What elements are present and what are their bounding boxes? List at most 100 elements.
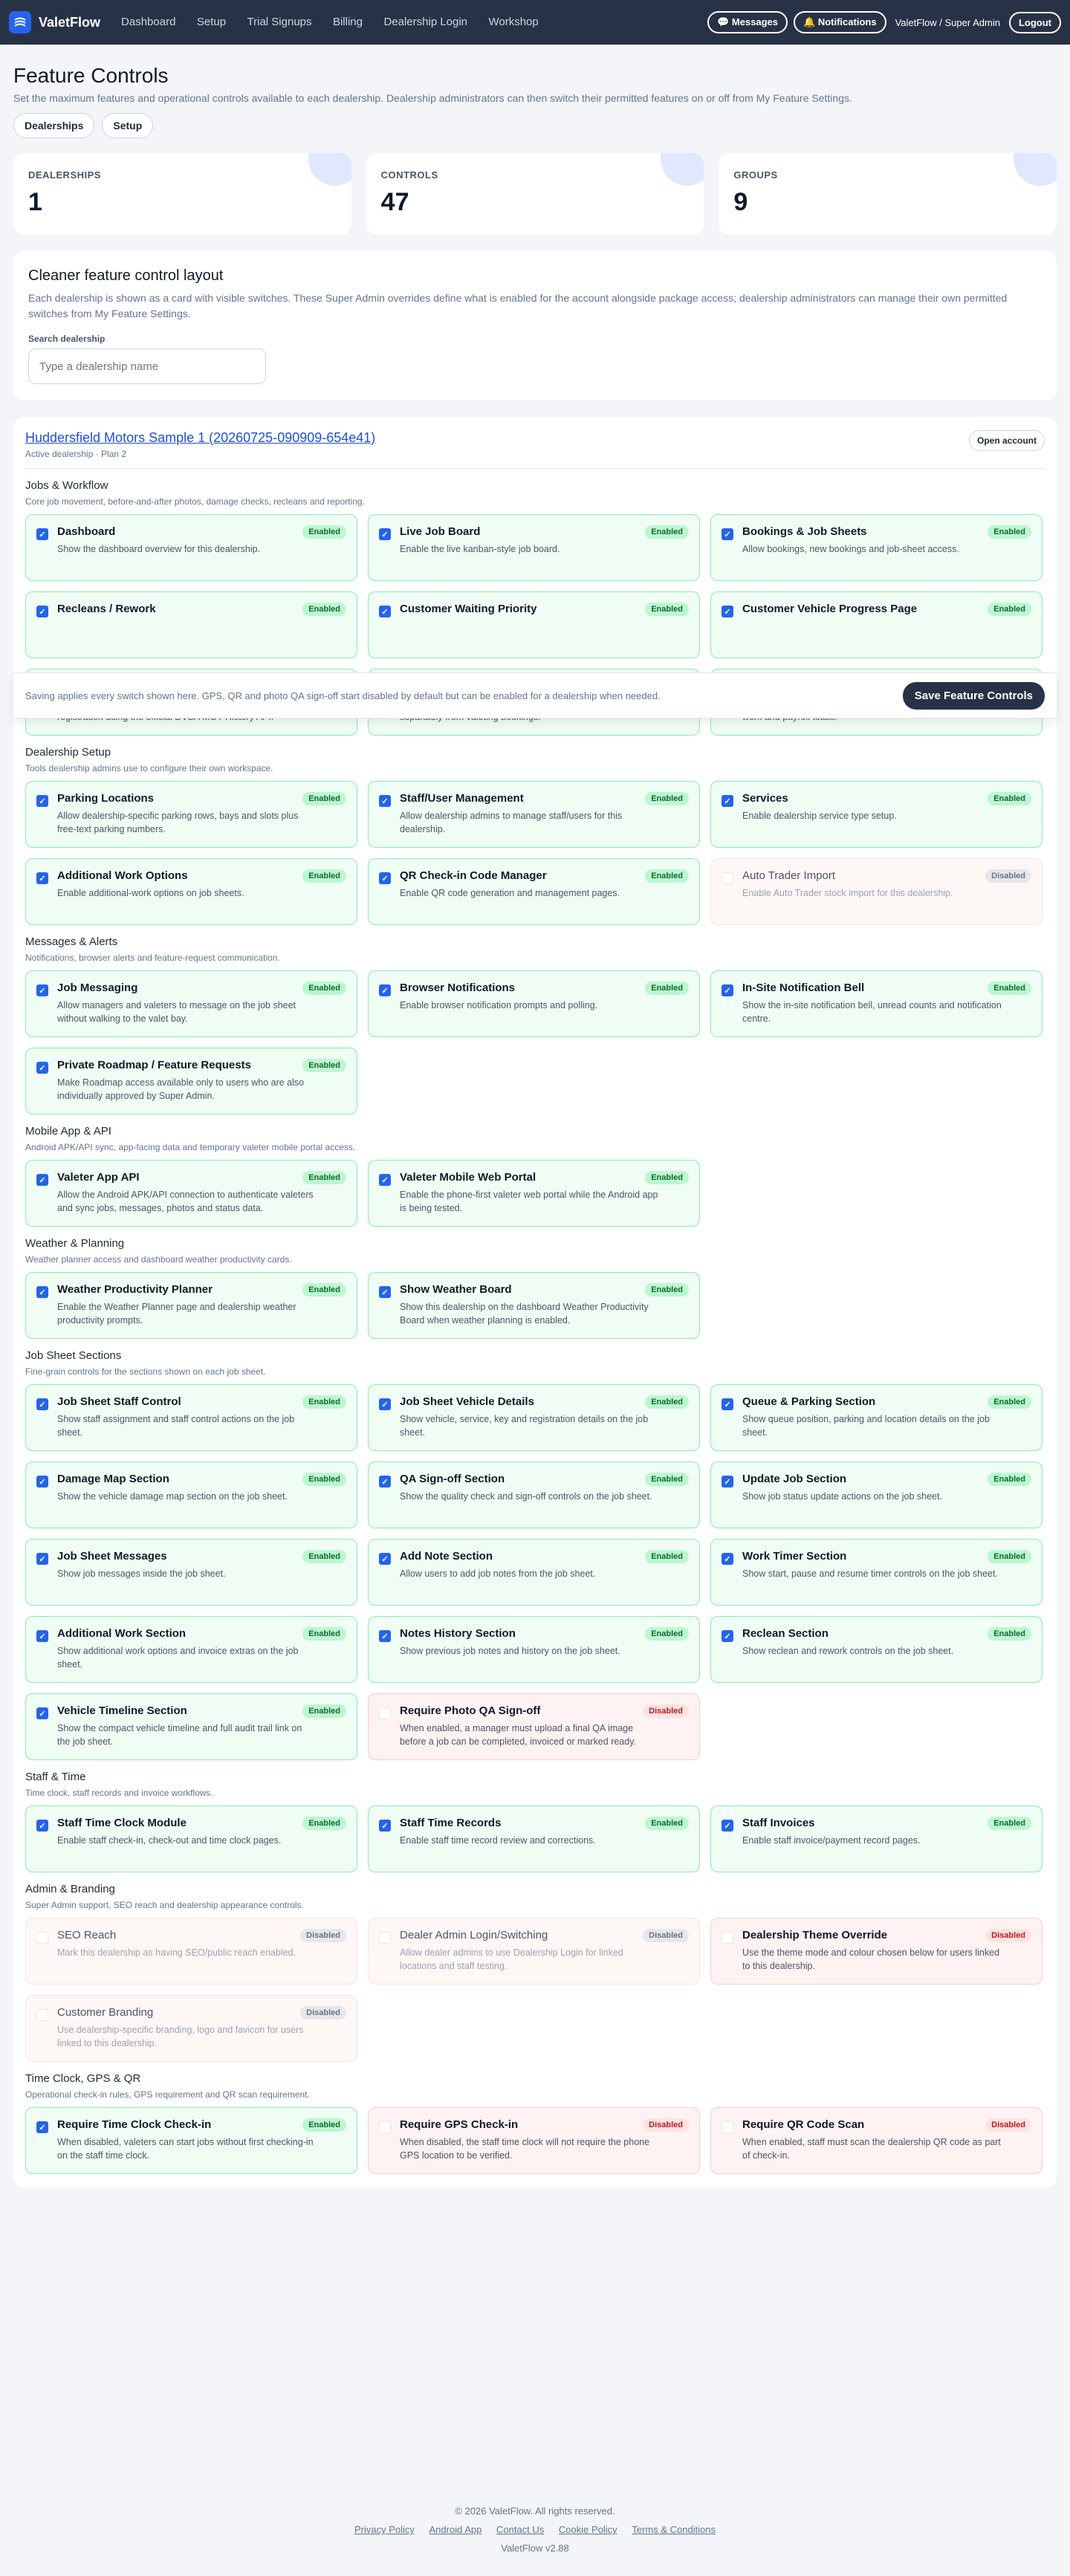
section-title: Admin & Branding	[25, 1883, 115, 1895]
feature-checkbox[interactable]: ✓	[722, 1553, 733, 1565]
dealerships-chip[interactable]: Dealerships	[13, 113, 95, 138]
feature-checkbox[interactable]: ✓	[379, 606, 391, 617]
feature-card-seo-reach: SEO Reach Disabled Mark this dealership as…	[25, 1918, 357, 1985]
nav-setup[interactable]: Setup	[197, 16, 226, 28]
feature-checkbox[interactable]: ✓	[36, 795, 48, 807]
feature-checkbox[interactable]: ✓	[722, 984, 733, 996]
status-badge: Enabled	[302, 603, 346, 616]
feature-checkbox[interactable]: ✓	[379, 795, 391, 807]
section-description: Weather planner access and dashboard wea…	[25, 1254, 292, 1265]
brand[interactable]: ValetFlow	[9, 11, 100, 33]
version: ValetFlow v2.88	[501, 2543, 569, 2554]
feature-checkbox[interactable]: ✓	[379, 1630, 391, 1642]
status-badge: Enabled	[645, 525, 689, 539]
feature-checkbox[interactable]: ✓	[36, 1398, 48, 1410]
feature-checkbox[interactable]: ✓	[36, 1630, 48, 1642]
feature-checkbox[interactable]: ✓	[36, 1553, 48, 1565]
feature-card-staff-time-clock-module: ✓ Staff Time Clock Module Enabled Enable st…	[25, 1806, 357, 1872]
feature-description: Enable the live kanban-style job board.	[400, 544, 560, 554]
feature-checkbox[interactable]	[722, 872, 733, 884]
feature-checkbox[interactable]: ✓	[36, 2121, 48, 2133]
feature-checkbox[interactable]: ✓	[722, 1398, 733, 1410]
decorative-circle	[1014, 153, 1057, 186]
status-badge: Enabled	[988, 1817, 1031, 1830]
nav-dashboard[interactable]: Dashboard	[121, 16, 175, 28]
nav-billing[interactable]: Billing	[333, 16, 363, 28]
save-feature-controls-button[interactable]: Save Feature Controls	[902, 681, 1045, 710]
messages-button[interactable]: 💬 Messages	[707, 11, 788, 33]
nav-workshop[interactable]: Workshop	[488, 16, 538, 28]
setup-chip[interactable]: Setup	[102, 113, 154, 138]
feature-checkbox[interactable]: ✓	[722, 795, 733, 807]
check-icon: ✓	[39, 1477, 46, 1487]
feature-checkbox[interactable]: ✓	[379, 1174, 391, 1186]
feature-checkbox[interactable]	[722, 2121, 733, 2133]
section-time-clock-gps-qr: Time Clock, GPS & QR Operational check-in…	[25, 2072, 1045, 2174]
feature-checkbox[interactable]	[36, 1932, 48, 1944]
top-navigation-bar: ValetFlow Dashboard Setup Trial Signups …	[0, 0, 1070, 45]
feature-checkbox[interactable]: ✓	[379, 1553, 391, 1565]
feature-checkbox[interactable]	[379, 1707, 391, 1719]
check-icon: ✓	[39, 986, 46, 996]
notifications-button[interactable]: 🔔 Notifications	[794, 11, 886, 33]
feature-checkbox[interactable]: ✓	[379, 1286, 391, 1298]
feature-checkbox[interactable]: ✓	[722, 606, 733, 617]
feature-card-weather-productivity-planner: ✓ Weather Productivity Planner Enabled Enab…	[25, 1272, 357, 1339]
feature-checkbox[interactable]: ✓	[722, 528, 733, 540]
feature-checkbox[interactable]: ✓	[36, 1707, 48, 1719]
open-account-button[interactable]: Open account	[968, 430, 1045, 451]
check-icon: ✓	[381, 1821, 389, 1831]
feature-checkbox[interactable]: ✓	[722, 1820, 733, 1832]
terms-link[interactable]: Terms & Conditions	[632, 2524, 716, 2535]
check-icon: ✓	[381, 1554, 389, 1564]
feature-checkbox[interactable]: ✓	[36, 528, 48, 540]
feature-checkbox[interactable]: ✓	[379, 528, 391, 540]
feature-checkbox[interactable]: ✓	[379, 872, 391, 884]
status-badge: Enabled	[645, 1395, 689, 1409]
cookie-policy-link[interactable]: Cookie Policy	[559, 2524, 617, 2535]
nav-trial-signups[interactable]: Trial Signups	[247, 16, 312, 28]
feature-checkbox[interactable]: ✓	[379, 1476, 391, 1487]
feature-checkbox[interactable]: ✓	[722, 1476, 733, 1487]
dealership-name-link[interactable]: Huddersfield Motors Sample 1 (20260725-0…	[25, 430, 375, 445]
feature-grid: ✓ Job Messaging Enabled Allow managers and …	[25, 970, 1045, 1115]
check-icon: ✓	[39, 1400, 46, 1409]
contact-us-link[interactable]: Contact Us	[496, 2524, 544, 2535]
feature-checkbox[interactable]: ✓	[36, 1062, 48, 1074]
feature-description: When enabled, a manager must upload a fi…	[400, 1723, 637, 1748]
feature-checkbox[interactable]: ✓	[36, 1174, 48, 1186]
logout-button[interactable]: Logout	[1008, 11, 1061, 33]
dealership-search-input[interactable]	[28, 348, 266, 384]
feature-checkbox[interactable]	[36, 2009, 48, 2021]
feature-checkbox[interactable]: ✓	[36, 1476, 48, 1487]
feature-checkbox[interactable]	[379, 1932, 391, 1944]
privacy-policy-link[interactable]: Privacy Policy	[354, 2524, 415, 2535]
status-badge: Enabled	[302, 1550, 346, 1563]
feature-description: Allow dealership-specific parking rows, …	[57, 811, 299, 835]
feature-checkbox[interactable]: ✓	[36, 606, 48, 617]
feature-description: Mark this dealership as having SEO/publi…	[57, 1947, 296, 1958]
feature-checkbox[interactable]: ✓	[36, 984, 48, 996]
feature-card-customer-branding: Customer Branding Disabled Use dealership-…	[25, 1995, 357, 2062]
status-badge: Enabled	[988, 792, 1031, 805]
nav-dealership-login[interactable]: Dealership Login	[383, 16, 467, 28]
feature-card-live-job-board: ✓ Live Job Board Enabled Enable the live ka…	[368, 514, 700, 581]
status-badge: Enabled	[302, 792, 346, 805]
status-badge: Disabled	[643, 2118, 689, 2132]
messages-label: Messages	[731, 16, 779, 27]
feature-checkbox[interactable]: ✓	[36, 1286, 48, 1298]
feature-checkbox[interactable]	[722, 1932, 733, 1944]
feature-checkbox[interactable]: ✓	[722, 1630, 733, 1642]
feature-checkbox[interactable]: ✓	[379, 1820, 391, 1832]
feature-checkbox[interactable]: ✓	[379, 1398, 391, 1410]
feature-card-qr-check-in-code-manager: ✓ QR Check-in Code Manager Enabled Enable Q…	[368, 858, 700, 925]
status-badge: Enabled	[302, 1395, 346, 1409]
feature-checkbox[interactable]: ✓	[36, 1820, 48, 1832]
section-description: Tools dealership admins use to configure…	[25, 763, 273, 773]
section-title: Mobile App & API	[25, 1125, 111, 1138]
android-app-link[interactable]: Android App	[429, 2524, 482, 2535]
feature-card-require-time-clock-check-in: ✓ Require Time Clock Check-in Enabled When …	[25, 2107, 357, 2174]
feature-checkbox[interactable]	[379, 2121, 391, 2133]
feature-checkbox[interactable]: ✓	[379, 984, 391, 996]
feature-checkbox[interactable]: ✓	[36, 872, 48, 884]
